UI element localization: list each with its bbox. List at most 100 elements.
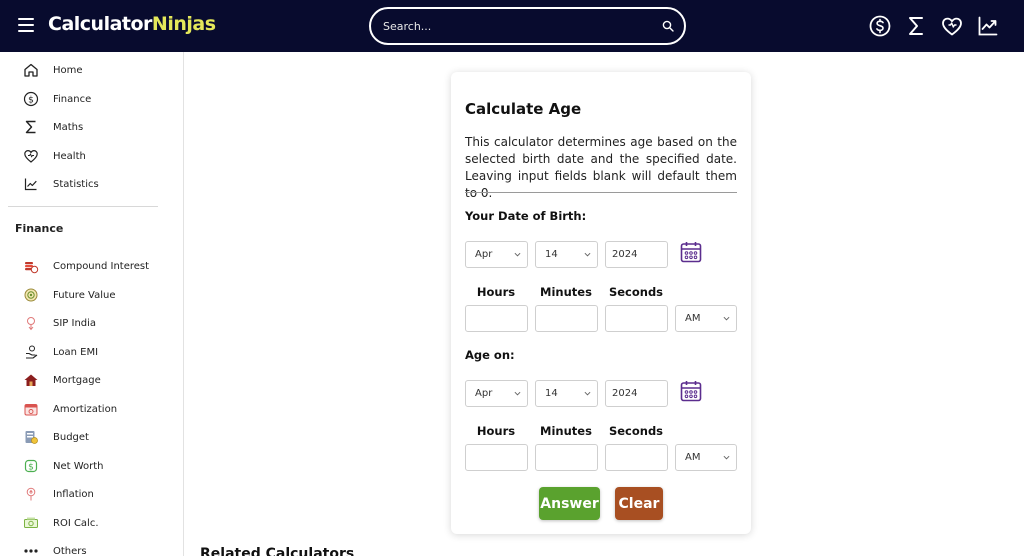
sidebar-item-compound-interest[interactable]: Compound Interest [23, 256, 173, 276]
age-on-month-select[interactable]: Apr [465, 380, 528, 407]
sidebar: Home $ Finance Maths Health Statistics F… [0, 52, 184, 556]
age-on-label: Age on: [465, 348, 515, 362]
search-icon[interactable] [662, 20, 674, 32]
sidebar-item-finance[interactable]: $ Finance [23, 89, 173, 109]
birth-hours-input[interactable] [465, 305, 528, 332]
sidebar-item-amortization[interactable]: Amortization [23, 399, 173, 419]
sidebar-item-others[interactable]: Others [23, 541, 173, 556]
age-on-minutes-input[interactable] [535, 444, 598, 471]
age-on-month-value: Apr [475, 388, 493, 399]
minutes-label: Minutes [540, 285, 592, 299]
birth-day-select[interactable]: 14 [535, 241, 598, 268]
age-calculator-card: Calculate Age This calculator determines… [451, 72, 751, 534]
age-on-day-value: 14 [545, 388, 558, 399]
card-divider [465, 192, 737, 193]
age-on-ampm-value: AM [685, 452, 701, 463]
chevron-down-icon [584, 252, 591, 257]
age-on-year-input[interactable] [605, 380, 668, 407]
hours-label: Hours [476, 424, 516, 438]
sidebar-item-future-value[interactable]: Future Value [23, 285, 173, 305]
minutes-label: Minutes [540, 424, 592, 438]
sidebar-item-label: Finance [53, 93, 92, 105]
chart-line-icon[interactable] [976, 14, 1000, 38]
sidebar-item-maths[interactable]: Maths [23, 117, 173, 137]
more-dots-icon [23, 543, 39, 556]
chevron-down-icon [514, 391, 521, 396]
coins-icon [23, 258, 39, 274]
sidebar-item-label: SIP India [53, 317, 97, 329]
chart-line-icon [23, 176, 39, 192]
sidebar-item-sip-india[interactable]: SIP India [23, 313, 173, 333]
sidebar-item-budget[interactable]: Budget [23, 427, 173, 447]
top-navbar: CalculatorNinjas [0, 0, 1024, 52]
sidebar-item-label: Statistics [53, 178, 99, 190]
svg-text:$: $ [28, 95, 34, 105]
sidebar-item-health[interactable]: Health [23, 146, 173, 166]
calendar-icon[interactable] [679, 240, 703, 264]
search-bar [369, 7, 686, 45]
sidebar-item-net-worth[interactable]: $ Net Worth [23, 456, 173, 476]
age-on-hours-input[interactable] [465, 444, 528, 471]
sidebar-item-label: Net Worth [53, 460, 104, 472]
dollar-icon[interactable] [868, 14, 892, 38]
clear-button[interactable]: Clear [615, 487, 663, 520]
related-calculators-heading: Related Calculators [200, 546, 355, 556]
sidebar-item-label: Home [53, 64, 83, 76]
chevron-down-icon [723, 316, 730, 321]
rupee-icon [23, 315, 39, 331]
sidebar-item-home[interactable]: Home [23, 60, 173, 80]
hand-coin-icon [23, 344, 39, 360]
heart-icon [23, 148, 39, 164]
sidebar-item-label: Others [53, 545, 87, 556]
birth-ampm-select[interactable]: AM [675, 305, 737, 332]
birth-month-select[interactable]: Apr [465, 241, 528, 268]
logo-main-text: Calculator [48, 13, 152, 35]
svg-text:$: $ [28, 463, 34, 473]
logo-accent-text: Ninjas [151, 13, 216, 35]
search-input[interactable] [383, 17, 653, 35]
target-icon [23, 287, 39, 303]
answer-button[interactable]: Answer [539, 487, 600, 520]
sigma-icon[interactable] [904, 14, 928, 38]
birth-minutes-input[interactable] [535, 305, 598, 332]
sigma-icon [23, 119, 39, 135]
dollar-icon: $ [23, 91, 39, 107]
sidebar-item-label: Inflation [53, 488, 94, 500]
sidebar-item-mortgage[interactable]: Mortgage [23, 370, 173, 390]
age-on-seconds-input[interactable] [605, 444, 668, 471]
site-logo[interactable]: CalculatorNinjas [48, 13, 216, 35]
chevron-down-icon [514, 252, 521, 257]
birth-month-value: Apr [475, 249, 493, 260]
seconds-label: Seconds [608, 285, 664, 299]
chevron-down-icon [723, 455, 730, 460]
chevron-down-icon [584, 391, 591, 396]
birth-seconds-input[interactable] [605, 305, 668, 332]
age-on-day-select[interactable]: 14 [535, 380, 598, 407]
menu-icon[interactable] [18, 18, 34, 32]
hours-label: Hours [476, 285, 516, 299]
sidebar-item-label: Mortgage [53, 374, 101, 386]
sidebar-item-roi-calc[interactable]: ROI Calc. [23, 513, 173, 533]
calendar-icon[interactable] [679, 379, 703, 403]
sidebar-item-loan-emi[interactable]: Loan EMI [23, 342, 173, 362]
house-icon [23, 372, 39, 388]
category-icons [868, 14, 1000, 38]
sidebar-item-label: Loan EMI [53, 346, 99, 358]
sidebar-item-label: Health [53, 150, 86, 162]
age-on-ampm-select[interactable]: AM [675, 444, 737, 471]
inflation-icon [23, 486, 39, 502]
dollar-badge-icon: $ [23, 458, 39, 474]
birth-year-input[interactable] [605, 241, 668, 268]
sidebar-item-label: Maths [53, 121, 84, 133]
sidebar-item-label: Budget [53, 431, 89, 443]
sidebar-item-statistics[interactable]: Statistics [23, 174, 173, 194]
sidebar-item-inflation[interactable]: Inflation [23, 484, 173, 504]
heart-icon[interactable] [940, 14, 964, 38]
calculator-title: Calculate Age [465, 100, 582, 118]
sidebar-item-label: Amortization [53, 403, 118, 415]
birth-date-label: Your Date of Birth: [465, 209, 587, 223]
birth-ampm-value: AM [685, 313, 701, 324]
sidebar-item-label: Compound Interest [53, 260, 150, 272]
sidebar-item-label: ROI Calc. [53, 517, 99, 529]
calendar-icon [23, 401, 39, 417]
